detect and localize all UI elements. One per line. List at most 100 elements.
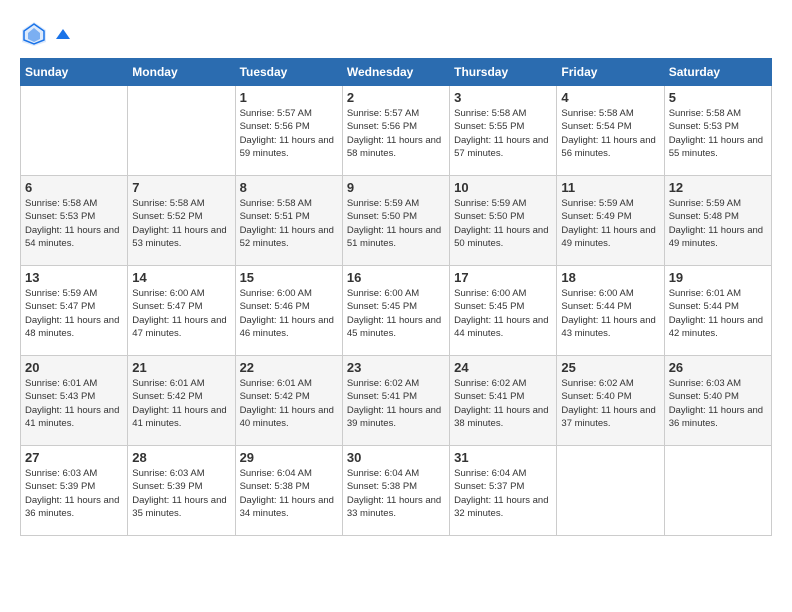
day-cell: 23 Sunrise: 6:02 AM Sunset: 5:41 PM Dayli… xyxy=(342,356,449,446)
day-info: Sunrise: 5:59 AM Sunset: 5:48 PM Dayligh… xyxy=(669,197,767,250)
page-header xyxy=(20,20,772,48)
day-number: 9 xyxy=(347,180,445,195)
day-number: 26 xyxy=(669,360,767,375)
day-info: Sunrise: 6:00 AM Sunset: 5:46 PM Dayligh… xyxy=(240,287,338,340)
week-row-2: 6Sunrise: 5:58 AM Sunset: 5:53 PM Daylig… xyxy=(21,176,772,266)
day-info: Sunrise: 5:59 AM Sunset: 5:50 PM Dayligh… xyxy=(454,197,552,250)
day-info: Sunrise: 6:01 AM Sunset: 5:42 PM Dayligh… xyxy=(240,377,338,430)
day-cell: 26 Sunrise: 6:03 AM Sunset: 5:40 PM Dayli… xyxy=(664,356,771,446)
week-row-3: 13 Sunrise: 5:59 AM Sunset: 5:47 PM Dayli… xyxy=(21,266,772,356)
day-info: Sunrise: 6:03 AM Sunset: 5:40 PM Dayligh… xyxy=(669,377,767,430)
day-cell: 24 Sunrise: 6:02 AM Sunset: 5:41 PM Dayli… xyxy=(450,356,557,446)
day-info: Sunrise: 5:58 AM Sunset: 5:52 PM Dayligh… xyxy=(132,197,230,250)
day-cell: 11Sunrise: 5:59 AM Sunset: 5:49 PM Dayli… xyxy=(557,176,664,266)
day-cell: 8Sunrise: 5:58 AM Sunset: 5:51 PM Daylig… xyxy=(235,176,342,266)
day-number: 6 xyxy=(25,180,123,195)
day-number: 18 xyxy=(561,270,659,285)
day-number: 3 xyxy=(454,90,552,105)
weekday-header-monday: Monday xyxy=(128,59,235,86)
weekday-header-wednesday: Wednesday xyxy=(342,59,449,86)
day-info: Sunrise: 6:01 AM Sunset: 5:44 PM Dayligh… xyxy=(669,287,767,340)
weekday-header-thursday: Thursday xyxy=(450,59,557,86)
week-row-4: 20Sunrise: 6:01 AM Sunset: 5:43 PM Dayli… xyxy=(21,356,772,446)
day-cell: 2Sunrise: 5:57 AM Sunset: 5:56 PM Daylig… xyxy=(342,86,449,176)
day-cell: 30 Sunrise: 6:04 AM Sunset: 5:38 PM Dayli… xyxy=(342,446,449,536)
day-cell: 29Sunrise: 6:04 AM Sunset: 5:38 PM Dayli… xyxy=(235,446,342,536)
day-cell: 31 Sunrise: 6:04 AM Sunset: 5:37 PM Dayli… xyxy=(450,446,557,536)
day-number: 15 xyxy=(240,270,338,285)
day-cell xyxy=(664,446,771,536)
day-number: 27 xyxy=(25,450,123,465)
day-cell xyxy=(128,86,235,176)
day-info: Sunrise: 6:01 AM Sunset: 5:42 PM Dayligh… xyxy=(132,377,230,430)
day-number: 13 xyxy=(25,270,123,285)
day-info: Sunrise: 5:58 AM Sunset: 5:55 PM Dayligh… xyxy=(454,107,552,160)
weekday-header-friday: Friday xyxy=(557,59,664,86)
day-cell xyxy=(21,86,128,176)
day-cell: 25Sunrise: 6:02 AM Sunset: 5:40 PM Dayli… xyxy=(557,356,664,446)
day-number: 30 xyxy=(347,450,445,465)
day-info: Sunrise: 6:01 AM Sunset: 5:43 PM Dayligh… xyxy=(25,377,123,430)
day-number: 31 xyxy=(454,450,552,465)
day-info: Sunrise: 5:58 AM Sunset: 5:54 PM Dayligh… xyxy=(561,107,659,160)
day-cell: 27 Sunrise: 6:03 AM Sunset: 5:39 PM Dayli… xyxy=(21,446,128,536)
day-number: 12 xyxy=(669,180,767,195)
day-number: 11 xyxy=(561,180,659,195)
day-info: Sunrise: 6:00 AM Sunset: 5:45 PM Dayligh… xyxy=(347,287,445,340)
day-number: 21 xyxy=(132,360,230,375)
day-number: 23 xyxy=(347,360,445,375)
day-info: Sunrise: 5:59 AM Sunset: 5:47 PM Dayligh… xyxy=(25,287,123,340)
day-cell xyxy=(557,446,664,536)
day-cell: 16 Sunrise: 6:00 AM Sunset: 5:45 PM Dayli… xyxy=(342,266,449,356)
day-cell: 5 Sunrise: 5:58 AM Sunset: 5:53 PM Daylig… xyxy=(664,86,771,176)
day-number: 2 xyxy=(347,90,445,105)
day-cell: 21 Sunrise: 6:01 AM Sunset: 5:42 PM Dayli… xyxy=(128,356,235,446)
day-info: Sunrise: 6:03 AM Sunset: 5:39 PM Dayligh… xyxy=(25,467,123,520)
day-number: 14 xyxy=(132,270,230,285)
week-row-1: 1 Sunrise: 5:57 AM Sunset: 5:56 PM Daylig… xyxy=(21,86,772,176)
day-number: 8 xyxy=(240,180,338,195)
day-number: 10 xyxy=(454,180,552,195)
day-cell: 20Sunrise: 6:01 AM Sunset: 5:43 PM Dayli… xyxy=(21,356,128,446)
week-row-5: 27 Sunrise: 6:03 AM Sunset: 5:39 PM Dayli… xyxy=(21,446,772,536)
day-number: 28 xyxy=(132,450,230,465)
logo-icon xyxy=(20,20,48,48)
day-number: 4 xyxy=(561,90,659,105)
day-number: 19 xyxy=(669,270,767,285)
day-info: Sunrise: 6:00 AM Sunset: 5:47 PM Dayligh… xyxy=(132,287,230,340)
day-info: Sunrise: 6:02 AM Sunset: 5:41 PM Dayligh… xyxy=(347,377,445,430)
day-info: Sunrise: 5:57 AM Sunset: 5:56 PM Dayligh… xyxy=(240,107,338,160)
day-info: Sunrise: 6:00 AM Sunset: 5:45 PM Dayligh… xyxy=(454,287,552,340)
day-info: Sunrise: 5:58 AM Sunset: 5:53 PM Dayligh… xyxy=(669,107,767,160)
day-number: 24 xyxy=(454,360,552,375)
day-number: 7 xyxy=(132,180,230,195)
day-cell: 18Sunrise: 6:00 AM Sunset: 5:44 PM Dayli… xyxy=(557,266,664,356)
day-number: 22 xyxy=(240,360,338,375)
day-number: 1 xyxy=(240,90,338,105)
weekday-header-saturday: Saturday xyxy=(664,59,771,86)
day-cell: 14 Sunrise: 6:00 AM Sunset: 5:47 PM Dayli… xyxy=(128,266,235,356)
weekday-row: SundayMondayTuesdayWednesdayThursdayFrid… xyxy=(21,59,772,86)
day-cell: 13 Sunrise: 5:59 AM Sunset: 5:47 PM Dayli… xyxy=(21,266,128,356)
day-cell: 28 Sunrise: 6:03 AM Sunset: 5:39 PM Dayli… xyxy=(128,446,235,536)
day-info: Sunrise: 6:04 AM Sunset: 5:38 PM Dayligh… xyxy=(347,467,445,520)
day-info: Sunrise: 6:03 AM Sunset: 5:39 PM Dayligh… xyxy=(132,467,230,520)
day-cell: 4 Sunrise: 5:58 AM Sunset: 5:54 PM Daylig… xyxy=(557,86,664,176)
day-cell: 10 Sunrise: 5:59 AM Sunset: 5:50 PM Dayli… xyxy=(450,176,557,266)
day-info: Sunrise: 6:02 AM Sunset: 5:41 PM Dayligh… xyxy=(454,377,552,430)
logo-arrow-icon xyxy=(54,25,72,43)
day-cell: 12 Sunrise: 5:59 AM Sunset: 5:48 PM Dayli… xyxy=(664,176,771,266)
logo-text xyxy=(52,25,72,43)
day-info: Sunrise: 6:04 AM Sunset: 5:38 PM Dayligh… xyxy=(240,467,338,520)
day-info: Sunrise: 6:04 AM Sunset: 5:37 PM Dayligh… xyxy=(454,467,552,520)
weekday-header-sunday: Sunday xyxy=(21,59,128,86)
day-cell: 6Sunrise: 5:58 AM Sunset: 5:53 PM Daylig… xyxy=(21,176,128,266)
day-number: 25 xyxy=(561,360,659,375)
calendar-body: 1 Sunrise: 5:57 AM Sunset: 5:56 PM Daylig… xyxy=(21,86,772,536)
day-cell: 19 Sunrise: 6:01 AM Sunset: 5:44 PM Dayli… xyxy=(664,266,771,356)
day-number: 5 xyxy=(669,90,767,105)
day-cell: 1 Sunrise: 5:57 AM Sunset: 5:56 PM Daylig… xyxy=(235,86,342,176)
day-number: 16 xyxy=(347,270,445,285)
day-info: Sunrise: 5:59 AM Sunset: 5:50 PM Dayligh… xyxy=(347,197,445,250)
weekday-header-tuesday: Tuesday xyxy=(235,59,342,86)
